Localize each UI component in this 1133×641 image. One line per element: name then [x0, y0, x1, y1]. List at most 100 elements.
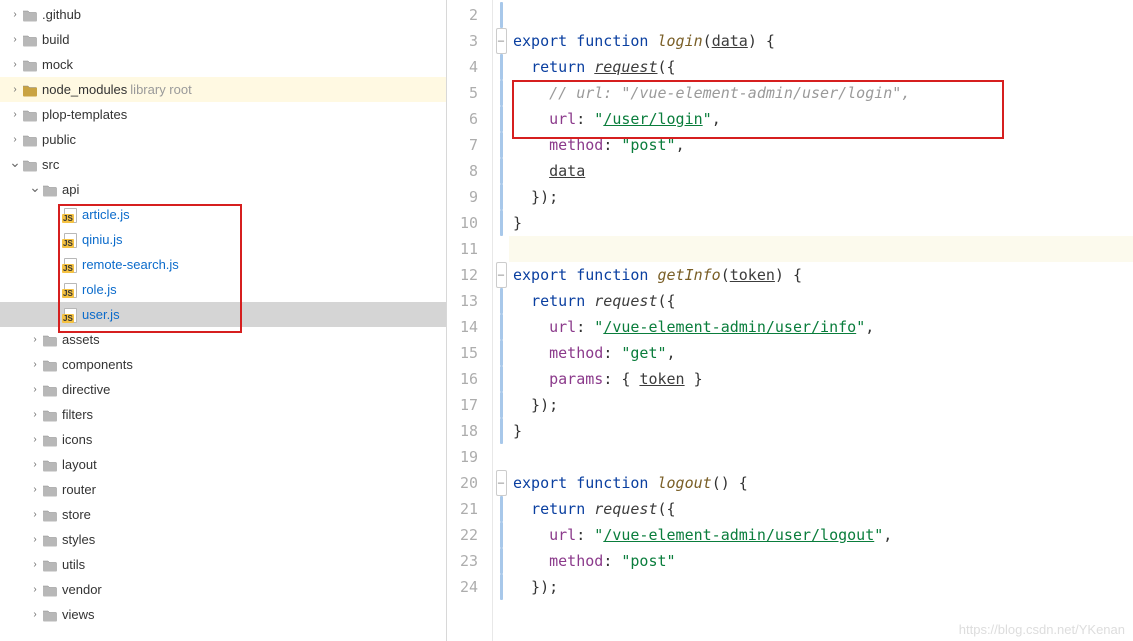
tree-item-filters[interactable]: ›filters [0, 402, 446, 427]
line-number: 2 [447, 2, 492, 28]
code-line[interactable]: return request({ [509, 496, 1133, 522]
chevron-right-icon[interactable]: › [28, 534, 42, 545]
fold-collapse-icon[interactable]: − [496, 28, 507, 54]
fold-guide-icon [500, 418, 503, 444]
code-line[interactable]: url: "/user/login", [509, 106, 1133, 132]
tree-item-assets[interactable]: ›assets [0, 327, 446, 352]
code-area[interactable]: export function login(data) { return req… [509, 0, 1133, 641]
tree-item-views[interactable]: › views [0, 602, 446, 627]
folder-icon [22, 133, 38, 147]
tree-item-user-js[interactable]: ·user.js [0, 302, 446, 327]
folder-icon [42, 383, 58, 397]
code-line[interactable]: export function login(data) { [509, 28, 1133, 54]
tree-item-label: plop-templates [42, 107, 127, 122]
chevron-right-icon[interactable]: › [8, 84, 22, 95]
code-line[interactable]: params: { token } [509, 366, 1133, 392]
tree-item-remote-search-js[interactable]: ·remote-search.js [0, 252, 446, 277]
code-line[interactable]: url: "/vue-element-admin/user/info", [509, 314, 1133, 340]
chevron-right-icon[interactable]: › [8, 34, 22, 45]
project-tree-panel: ›.github›build›mock›node_modules library… [0, 0, 447, 641]
tree-item-role-js[interactable]: ·role.js [0, 277, 446, 302]
chevron-right-icon[interactable]: › [28, 584, 42, 595]
js-file-icon [62, 208, 78, 222]
chevron-right-icon[interactable]: › [28, 384, 42, 395]
line-number: 16 [447, 366, 492, 392]
chevron-down-icon[interactable]: ⌄ [28, 179, 42, 196]
code-line[interactable]: }); [509, 574, 1133, 600]
code-line[interactable]: // url: "/vue-element-admin/user/login", [509, 80, 1133, 106]
code-line[interactable] [509, 444, 1133, 470]
chevron-right-icon[interactable]: › [8, 59, 22, 70]
line-number: 19 [447, 444, 492, 470]
code-line[interactable] [509, 2, 1133, 28]
tree-item-node-modules[interactable]: ›node_modules library root [0, 77, 446, 102]
code-line[interactable]: } [509, 210, 1133, 236]
code-line[interactable]: url: "/vue-element-admin/user/logout", [509, 522, 1133, 548]
js-file-icon [62, 283, 78, 297]
tree-item-utils[interactable]: › utils [0, 552, 446, 577]
tree-item-qiniu-js[interactable]: ·qiniu.js [0, 227, 446, 252]
chevron-right-icon[interactable]: › [8, 9, 22, 20]
tree-item-mock[interactable]: ›mock [0, 52, 446, 77]
tree-item-label: role.js [82, 282, 117, 297]
folder-icon [22, 58, 38, 72]
chevron-right-icon[interactable]: › [28, 609, 42, 620]
chevron-right-icon[interactable]: › [28, 559, 42, 570]
tree-item-layout[interactable]: › layout [0, 452, 446, 477]
code-line[interactable] [509, 236, 1133, 262]
code-line[interactable]: return request({ [509, 54, 1133, 80]
fold-guide-icon [500, 132, 503, 158]
tree-item-vendor[interactable]: ›vendor [0, 577, 446, 602]
chevron-right-icon[interactable]: › [8, 134, 22, 145]
code-line[interactable]: }); [509, 392, 1133, 418]
chevron-right-icon[interactable]: › [28, 509, 42, 520]
code-line[interactable]: method: "get", [509, 340, 1133, 366]
code-line[interactable]: data [509, 158, 1133, 184]
chevron-right-icon[interactable]: › [28, 334, 42, 345]
code-line[interactable]: return request({ [509, 288, 1133, 314]
folder-icon [42, 333, 58, 347]
tree-item-directive[interactable]: ›directive [0, 377, 446, 402]
folder-icon [22, 108, 38, 122]
fold-collapse-icon[interactable]: − [496, 262, 507, 288]
tree-item-router[interactable]: ›router [0, 477, 446, 502]
tree-item-label: layout [62, 457, 97, 472]
tree-item-label: utils [62, 557, 85, 572]
line-number: 20 [447, 470, 492, 496]
code-line[interactable]: export function logout() { [509, 470, 1133, 496]
tree-item-store[interactable]: ›store [0, 502, 446, 527]
tree-item-label: views [62, 607, 95, 622]
chevron-right-icon[interactable]: › [28, 409, 42, 420]
chevron-right-icon[interactable]: › [28, 459, 42, 470]
tree-item-build[interactable]: ›build [0, 27, 446, 52]
tree-item-label: qiniu.js [82, 232, 122, 247]
code-line[interactable]: method: "post", [509, 132, 1133, 158]
tree-item-public[interactable]: ›public [0, 127, 446, 152]
chevron-right-icon[interactable]: › [28, 434, 42, 445]
code-line[interactable]: } [509, 418, 1133, 444]
chevron-right-icon[interactable]: › [8, 109, 22, 120]
code-editor[interactable]: 23456789101112131415161718192021222324 −… [447, 0, 1133, 641]
tree-item-src[interactable]: ⌄src [0, 152, 446, 177]
chevron-down-icon[interactable]: ⌄ [8, 154, 22, 171]
tree-item-styles[interactable]: ›styles [0, 527, 446, 552]
tree-item--github[interactable]: ›.github [0, 2, 446, 27]
folder-icon [42, 608, 58, 622]
js-file-icon [62, 258, 78, 272]
line-number: 6 [447, 106, 492, 132]
code-line[interactable]: method: "post" [509, 548, 1133, 574]
fold-guide-icon [500, 496, 503, 522]
chevron-right-icon[interactable]: › [28, 359, 42, 370]
tree-item-api[interactable]: ⌄api [0, 177, 446, 202]
tree-item-plop-templates[interactable]: › plop-templates [0, 102, 446, 127]
code-line[interactable]: export function getInfo(token) { [509, 262, 1133, 288]
code-line[interactable]: }); [509, 184, 1133, 210]
tree-item-components[interactable]: › components [0, 352, 446, 377]
tree-item-article-js[interactable]: ·article.js [0, 202, 446, 227]
fold-collapse-icon[interactable]: − [496, 470, 507, 496]
tree-item-icons[interactable]: ›icons [0, 427, 446, 452]
tree-item-label: components [62, 357, 133, 372]
chevron-right-icon[interactable]: › [28, 484, 42, 495]
line-number: 18 [447, 418, 492, 444]
fold-guide-icon [500, 2, 503, 28]
